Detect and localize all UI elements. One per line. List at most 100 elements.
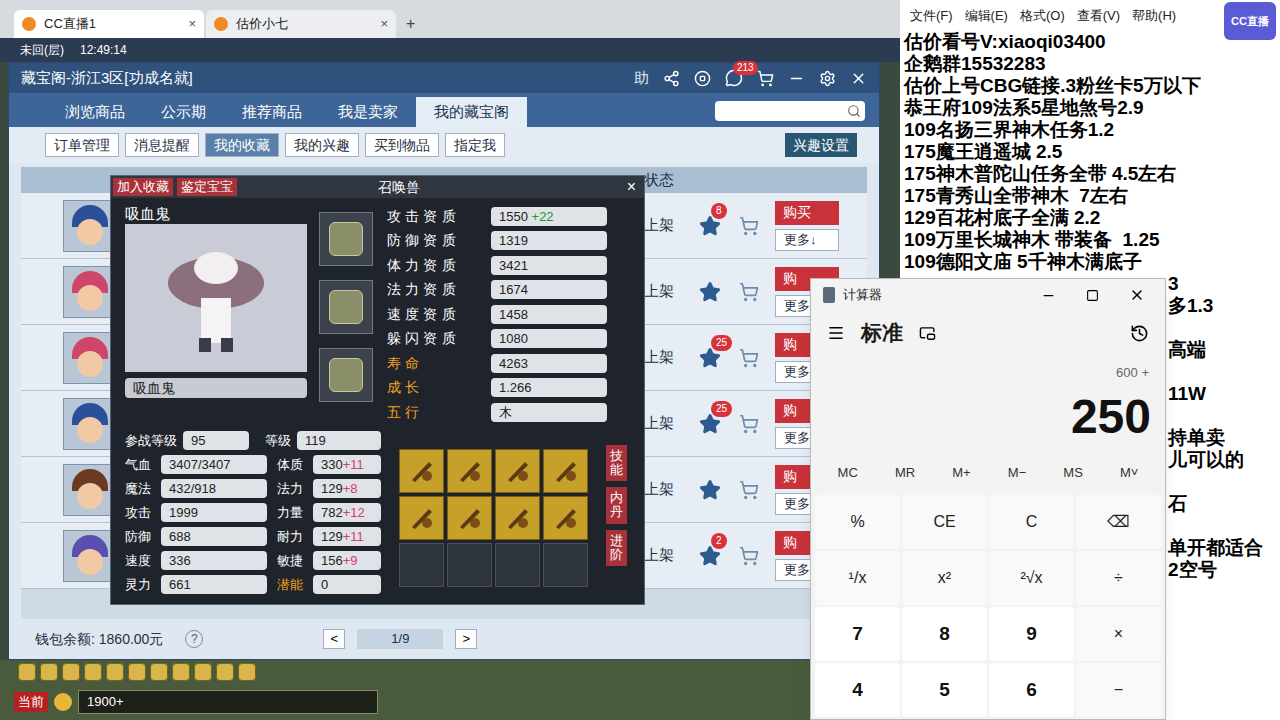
nav-tab[interactable]: 推荐商品 — [224, 97, 320, 127]
subnav-button[interactable]: 指定我 — [445, 133, 505, 157]
cart[interactable] — [739, 546, 775, 566]
help-button[interactable]: 助 — [634, 67, 649, 90]
equipment-slot[interactable] — [319, 212, 373, 266]
chat-input[interactable]: 1900+ — [78, 690, 378, 714]
favorite[interactable] — [699, 277, 739, 307]
memory-button[interactable]: M− — [1008, 463, 1026, 483]
avatar[interactable] — [63, 398, 115, 450]
avatar[interactable] — [63, 200, 115, 252]
game-tool-icon[interactable] — [194, 663, 212, 681]
chat-channel[interactable]: 当前 — [14, 692, 48, 712]
game-tool-icon[interactable] — [150, 663, 168, 681]
side-button[interactable]: 技能 — [606, 445, 627, 482]
skill-slot[interactable] — [447, 449, 492, 493]
memory-button[interactable]: M+ — [952, 463, 970, 483]
keep-on-top-icon[interactable] — [919, 325, 936, 342]
minimize-icon[interactable] — [788, 70, 805, 87]
memory-button[interactable]: MR — [895, 463, 915, 483]
subnav-button[interactable]: 我的兴趣 — [285, 133, 359, 157]
calculator-key[interactable]: % — [815, 495, 900, 549]
next-page[interactable]: > — [455, 629, 477, 649]
minimize-icon[interactable] — [1041, 288, 1056, 303]
new-tab-button[interactable]: + — [398, 12, 423, 38]
pet-action-button[interactable]: 加入收藏 — [113, 178, 173, 196]
game-tool-icon[interactable] — [238, 663, 256, 681]
side-button[interactable]: 内丹 — [606, 487, 627, 524]
game-tool-icon[interactable] — [106, 663, 124, 681]
nav-tab[interactable]: 我是卖家 — [320, 97, 416, 127]
cart-icon[interactable] — [739, 348, 759, 368]
nav-tab[interactable]: 浏览商品 — [47, 97, 143, 127]
history-icon[interactable] — [1130, 324, 1149, 343]
calculator-key[interactable]: 4 — [815, 663, 900, 717]
interest-settings-button[interactable]: 兴趣设置 — [785, 133, 857, 157]
stop-icon[interactable] — [694, 70, 711, 87]
subnav-button[interactable]: 订单管理 — [45, 133, 119, 157]
skill-slot[interactable] — [543, 449, 588, 493]
subnav-button[interactable]: 消息提醒 — [125, 133, 199, 157]
calculator-key[interactable]: ¹/x — [815, 551, 900, 605]
skill-slot[interactable] — [495, 543, 540, 587]
share-icon[interactable] — [663, 70, 680, 87]
equipment-slot[interactable] — [319, 280, 373, 334]
more-button[interactable]: 更多↓ — [775, 229, 839, 251]
avatar[interactable] — [63, 266, 115, 318]
avatar[interactable] — [63, 530, 115, 582]
cart[interactable] — [739, 282, 775, 302]
skill-slot[interactable] — [495, 496, 540, 540]
maximize-icon[interactable] — [1086, 289, 1099, 302]
calculator-key[interactable]: CE — [902, 495, 987, 549]
pet-action-button[interactable]: 鉴定宝宝 — [177, 178, 237, 196]
favorite[interactable]: 25 — [699, 409, 739, 439]
calculator-key[interactable]: 9 — [989, 607, 1074, 661]
messages[interactable]: 213 — [725, 69, 743, 87]
skill-slot[interactable] — [447, 496, 492, 540]
game-tool-icon[interactable] — [216, 663, 234, 681]
calculator-key[interactable]: − — [1076, 663, 1161, 717]
skill-slot[interactable] — [543, 543, 588, 587]
memory-button[interactable]: MC — [838, 463, 858, 483]
skill-slot[interactable] — [399, 449, 444, 493]
skill-slot[interactable] — [447, 543, 492, 587]
tab-close[interactable]: × — [380, 14, 388, 34]
subnav-button[interactable]: 买到物品 — [365, 133, 439, 157]
gear-icon[interactable] — [819, 70, 836, 87]
game-tool-icon[interactable] — [40, 663, 58, 681]
cart-icon[interactable] — [757, 70, 774, 87]
favorite[interactable]: 25 — [699, 343, 739, 373]
avatar[interactable] — [63, 332, 115, 384]
cart[interactable] — [739, 348, 775, 368]
star-icon[interactable] — [699, 281, 721, 303]
calculator-key[interactable]: 8 — [902, 607, 987, 661]
favorite[interactable] — [699, 475, 739, 505]
search-field[interactable] — [715, 101, 865, 121]
favorite[interactable]: 2 — [699, 541, 739, 571]
calculator-key[interactable]: ²√x — [989, 551, 1074, 605]
game-tool-icon[interactable] — [84, 663, 102, 681]
skill-slot[interactable] — [495, 449, 540, 493]
cart-icon[interactable] — [739, 546, 759, 566]
game-tool-icon[interactable] — [128, 663, 146, 681]
game-tool-icon[interactable] — [172, 663, 190, 681]
memory-button[interactable]: M˅ — [1120, 463, 1138, 483]
close-icon[interactable] — [850, 70, 867, 87]
memory-button[interactable]: MS — [1063, 463, 1083, 483]
game-tool-icon[interactable] — [62, 663, 80, 681]
cart-icon[interactable] — [739, 216, 759, 236]
skill-slot[interactable] — [399, 496, 444, 540]
calculator-key[interactable]: 5 — [902, 663, 987, 717]
menu-item[interactable]: 查看(V) — [1077, 6, 1120, 26]
search-icon[interactable] — [847, 104, 861, 118]
nav-tab[interactable]: 公示期 — [143, 97, 224, 127]
nav-tab[interactable]: 我的藏宝阁 — [416, 97, 527, 127]
cart[interactable] — [739, 480, 775, 500]
calculator-key[interactable]: C — [989, 495, 1074, 549]
cart[interactable] — [739, 216, 775, 236]
calculator-key[interactable]: 6 — [989, 663, 1074, 717]
browser-tab[interactable]: 估价小七× — [206, 10, 396, 38]
calculator-key[interactable]: × — [1076, 607, 1161, 661]
side-button[interactable]: 进阶 — [606, 530, 627, 567]
favorite[interactable]: 8 — [699, 211, 739, 241]
cart-icon[interactable] — [739, 414, 759, 434]
skill-slot[interactable] — [399, 543, 444, 587]
